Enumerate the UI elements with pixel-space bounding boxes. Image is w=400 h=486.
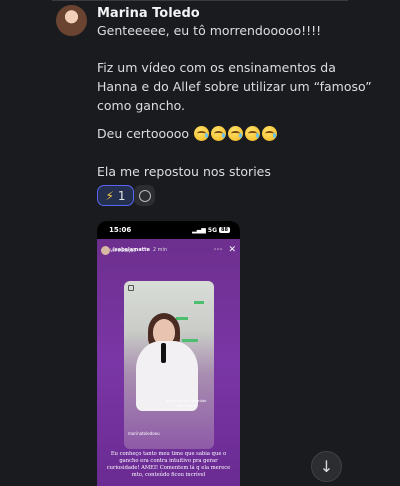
lightning-icon: ⚡ bbox=[105, 188, 114, 203]
close-icon: ✕ bbox=[228, 245, 236, 255]
signal-icon: ▂▄▆ bbox=[192, 226, 206, 234]
arrow-down-icon: ↓ bbox=[319, 457, 334, 476]
network-label: 5G bbox=[207, 226, 218, 234]
message-paragraph-4: Ela me repostou nos stories bbox=[97, 164, 271, 179]
crying-face-emoji-icon bbox=[228, 126, 244, 141]
status-time: 15:06 bbox=[109, 226, 132, 234]
story-content: isabelamatte 2 min ⋯ ✕ Ver tradução Hoje… bbox=[97, 239, 240, 486]
crying-face-emoji-icon bbox=[262, 126, 278, 141]
message-line-1: Genteeeee, eu tô morrendooooo!!!! bbox=[97, 23, 322, 38]
reaction-count: 1 bbox=[117, 188, 126, 203]
crying-face-emoji-icon bbox=[211, 126, 227, 141]
story-caption: Eu conheço tanto meu time que sabia que … bbox=[106, 451, 231, 478]
reel-icon bbox=[128, 285, 134, 291]
message-paragraph-3-text: Deu certooooo bbox=[97, 126, 190, 141]
video-handle: marinatoledoeu bbox=[128, 431, 160, 436]
crying-face-emoji-icon bbox=[194, 126, 210, 141]
reposted-video-card: Hoje é dia de conteúdo com uma IA marina… bbox=[124, 281, 214, 449]
message-paragraph-2: Fiz um vídeo com os ensinamentos da Hann… bbox=[97, 60, 372, 113]
message-paragraph-3: Deu certooooo bbox=[97, 124, 278, 143]
video-caption: Hoje é dia de conteúdo com uma IA bbox=[165, 399, 207, 408]
crying-face-emoji-icon bbox=[245, 126, 261, 141]
smile-icon bbox=[138, 189, 151, 202]
microphone-icon bbox=[161, 343, 166, 363]
story-screenshot-attachment[interactable]: 15:06 ▂▄▆ 5G 88 isabelamatte 2 min ⋯ ✕ V… bbox=[97, 221, 240, 486]
author-name[interactable]: Marina Toledo bbox=[97, 6, 200, 21]
battery-icon: 88 bbox=[219, 227, 230, 233]
author-avatar[interactable] bbox=[56, 5, 87, 36]
story-translate-link: Ver tradução bbox=[110, 248, 136, 253]
phone-status-bar: 15:06 ▂▄▆ 5G 88 bbox=[97, 221, 240, 239]
more-icon: ⋯ bbox=[213, 245, 223, 255]
story-age: 2 min bbox=[152, 247, 168, 253]
add-reaction-button[interactable] bbox=[134, 185, 155, 206]
previous-message-edge bbox=[52, 0, 348, 3]
scroll-to-bottom-button[interactable]: ↓ bbox=[311, 451, 342, 482]
reaction-lightning[interactable]: ⚡ 1 bbox=[97, 185, 134, 206]
story-avatar bbox=[101, 245, 110, 255]
